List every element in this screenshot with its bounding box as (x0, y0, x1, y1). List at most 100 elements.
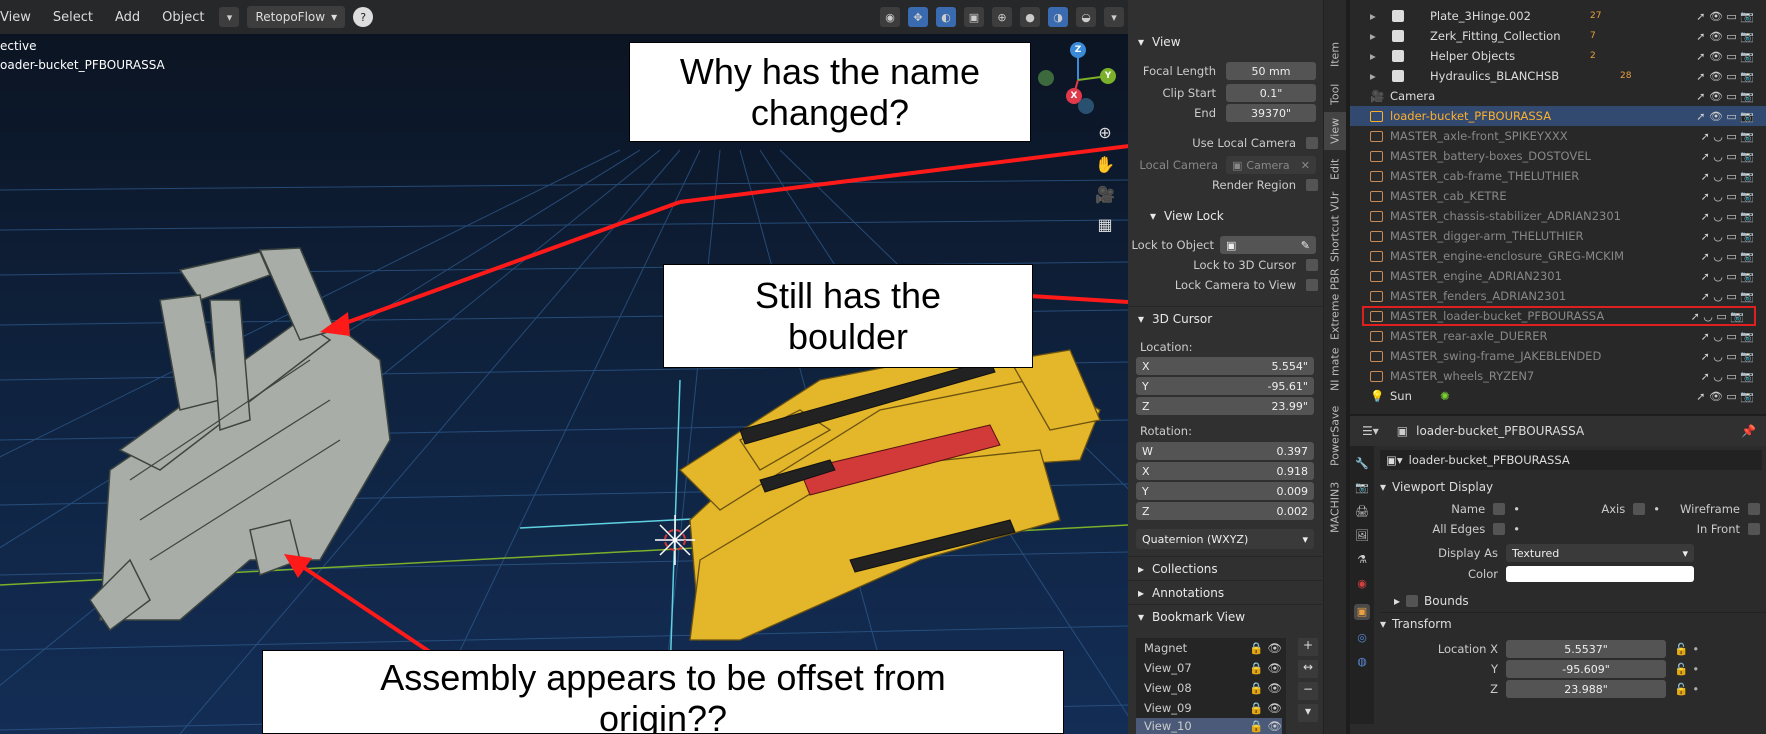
keyframe-icon[interactable]: • (1692, 642, 1699, 656)
outliner-row[interactable]: MASTER_axle-front_SPIKEYXXX ➚ ◡ ▭ 📷 (1350, 126, 1766, 146)
outliner-row[interactable]: MASTER_engine-enclosure_GREG-MCKIM ➚ ◡ ▭ … (1350, 246, 1766, 266)
cursor-rot-z-field[interactable]: Z 0.002 (1136, 502, 1314, 520)
retopoflow-menu[interactable]: RetopoFlow ▾ (247, 6, 346, 28)
bookmark-item[interactable]: View_07 🔒 👁 (1136, 658, 1282, 678)
keyframe-icon[interactable]: • (1692, 682, 1699, 696)
lock-3d-cursor-checkbox[interactable] (1306, 259, 1318, 271)
view-menu[interactable]: View (0, 7, 38, 28)
cursor-rot-w-field[interactable]: W 0.397 (1136, 442, 1314, 460)
remove-icon[interactable]: − (1298, 682, 1318, 700)
axis-toggle-row[interactable]: Axis • (1550, 502, 1660, 516)
lock-3d-cursor-row[interactable]: Lock to 3D Cursor (1128, 258, 1318, 272)
cursor-loc-z-field[interactable]: Z 23.99" (1136, 397, 1314, 415)
tab-tool[interactable]: Tool (1324, 76, 1346, 112)
shading-solid-icon[interactable]: ● (1020, 7, 1040, 27)
exclude-checkbox[interactable] (1392, 30, 1404, 42)
lock-icon[interactable]: 🔓 (1674, 662, 1688, 676)
in-front-toggle-row[interactable]: In Front (1650, 522, 1760, 536)
color-swatch[interactable] (1506, 566, 1694, 582)
use-local-camera-row[interactable]: Use Local Camera (1128, 136, 1318, 150)
outliner-row[interactable]: MASTER_battery-boxes_DOSTOVEL ➚ ◡ ▭ 📷 (1350, 146, 1766, 166)
grid-ortho-icon[interactable]: ▦ (1092, 212, 1118, 238)
all-edges-checkbox[interactable] (1493, 523, 1506, 535)
editor-type-icon[interactable]: ☰▾ (1362, 424, 1379, 438)
chevron-down-icon[interactable]: ▾ (1298, 704, 1318, 722)
world-icon[interactable]: ◉ (1354, 576, 1370, 592)
wireframe-toggle-row[interactable]: Wireframe (1650, 502, 1760, 516)
in-front-checkbox[interactable] (1748, 523, 1760, 535)
outliner-row-highlighted[interactable]: MASTER_loader-bucket_PFBOURASSA ➚ ◡ ▭ 📷 (1362, 306, 1756, 326)
lock-icon[interactable]: 🔓 (1674, 682, 1688, 696)
xray-icon[interactable]: ▣ (964, 7, 984, 27)
tab-ni-mate[interactable]: NI mate (1324, 344, 1346, 394)
local-camera-field[interactable]: ▣ Camera ✕ (1226, 156, 1316, 174)
lock-camera-row[interactable]: Lock Camera to View (1128, 278, 1318, 292)
shading-dropdown-icon[interactable]: ▾ (1104, 7, 1124, 27)
render-region-checkbox[interactable] (1306, 179, 1318, 191)
render-region-row[interactable]: Render Region (1128, 178, 1318, 192)
axis-checkbox[interactable] (1633, 503, 1646, 515)
tab-item[interactable]: Item (1324, 36, 1346, 72)
bookmark-item[interactable]: View_09 🔒 👁 (1136, 698, 1282, 718)
view-lock-header[interactable]: ▾ View Lock (1140, 204, 1224, 228)
collections-header[interactable]: ▸ Collections (1128, 556, 1324, 580)
outliner-row-selected[interactable]: loader-bucket_PFBOURASSA ➚ 👁 ▭ 📷 (1350, 106, 1766, 126)
transform-header[interactable]: ▾ Transform (1380, 612, 1766, 634)
focal-length-field[interactable]: 50 mm (1226, 62, 1316, 80)
location-x-field[interactable]: 5.5537" (1506, 640, 1666, 658)
annotations-header[interactable]: ▸ Annotations (1128, 580, 1324, 604)
gizmo-y-axis[interactable]: Y (1100, 68, 1116, 84)
cursor-loc-y-field[interactable]: Y -95.61" (1136, 377, 1314, 395)
shading-render-icon[interactable]: ◒ (1076, 7, 1096, 27)
lock-camera-checkbox[interactable] (1306, 279, 1318, 291)
shading-wire-icon[interactable]: ⊕ (992, 7, 1012, 27)
location-y-field[interactable]: -95.609" (1506, 660, 1666, 678)
outliner-row[interactable]: ▸ Hydraulics_BLANCHSB 28 ➚ 👁 ▭ 📷 (1350, 66, 1766, 86)
tab-view[interactable]: View (1324, 112, 1346, 150)
tab-edit[interactable]: Edit (1324, 152, 1346, 186)
use-local-camera-checkbox[interactable] (1306, 137, 1318, 149)
keyframe-icon[interactable]: • (1692, 662, 1699, 676)
all-edges-toggle-row[interactable]: All Edges • (1410, 522, 1520, 536)
outliner-row[interactable]: ▸ Zerk_Fitting_Collection 7 ➚ 👁 ▭ 📷 (1350, 26, 1766, 46)
exclude-checkbox[interactable] (1392, 70, 1404, 82)
data-name-field[interactable]: ▣▾ loader-bucket_PFBOURASSA (1380, 450, 1762, 470)
bounds-header[interactable]: ▸ Bounds (1394, 590, 1469, 612)
lock-to-object-field[interactable]: ▣ ✎ (1220, 236, 1316, 254)
add-menu[interactable]: Add (108, 7, 147, 28)
physics-icon[interactable]: ◍ (1354, 654, 1370, 670)
add-icon[interactable]: + (1298, 638, 1318, 656)
eyedropper-icon[interactable]: ✎ (1301, 239, 1310, 252)
select-menu[interactable]: Select (46, 7, 100, 28)
rotation-mode-dropdown[interactable]: Quaternion (WXYZ) ▾ (1136, 529, 1314, 549)
outliner-row-sun[interactable]: 💡 Sun ✺ ➚ 👁 ▭ 📷 (1350, 386, 1766, 406)
outliner-row[interactable]: ▸ Plate_3Hinge.002 27 ➚ 👁 ▭ 📷 (1350, 6, 1766, 26)
overlay-icon[interactable]: ◐ (936, 7, 956, 27)
output-icon[interactable]: 🖨 (1354, 504, 1370, 520)
clip-start-field[interactable]: 0.1" (1226, 84, 1316, 102)
name-checkbox[interactable] (1493, 503, 1506, 515)
bounds-checkbox[interactable] (1406, 595, 1419, 607)
pin-icon[interactable]: 📌 (1741, 424, 1756, 438)
tab-machin3[interactable]: MACHIN3 (1324, 476, 1346, 538)
close-icon[interactable]: ✕ (1301, 159, 1310, 172)
outliner-row[interactable]: MASTER_fenders_ADRIAN2301 ➚ ◡ ▭ 📷 (1350, 286, 1766, 306)
location-z-field[interactable]: 23.988" (1506, 680, 1666, 698)
visibility-icon[interactable]: ◉ (880, 7, 900, 27)
3d-viewport[interactable]: View Select Add Object ▾ RetopoFlow ▾ ? ◉… (0, 0, 1128, 734)
bookmark-item[interactable]: View_10 🔒 👁 (1136, 718, 1282, 734)
view-layer-icon[interactable]: 🖼 (1354, 528, 1370, 544)
lock-icon[interactable]: 🔓 (1674, 642, 1688, 656)
outliner-row[interactable]: MASTER_swing-frame_JAKEBLENDED ➚ ◡ ▭ 📷 (1350, 346, 1766, 366)
gizmo-neg-z-axis[interactable] (1078, 98, 1094, 114)
tab-extreme-pbr[interactable]: Extreme PBR (1324, 268, 1346, 340)
outliner-row[interactable]: MASTER_cab-frame_THELUTHIER ➚ ◡ ▭ 📷 (1350, 166, 1766, 186)
zoom-icon[interactable]: ⊕ (1092, 120, 1118, 146)
cursor-rot-y-field[interactable]: Y 0.009 (1136, 482, 1314, 500)
outliner-row-camera[interactable]: 🎥 Camera ➚ 👁 ▭ 📷 (1350, 86, 1766, 106)
clip-end-field[interactable]: 39370" (1226, 104, 1316, 122)
gizmo-icon[interactable]: ✥ (908, 7, 928, 27)
exclude-checkbox[interactable] (1392, 50, 1404, 62)
outliner-row[interactable]: MASTER_engine_ADRIAN2301 ➚ ◡ ▭ 📷 (1350, 266, 1766, 286)
bookmark-view-header[interactable]: ▾ Bookmark View (1128, 604, 1324, 628)
